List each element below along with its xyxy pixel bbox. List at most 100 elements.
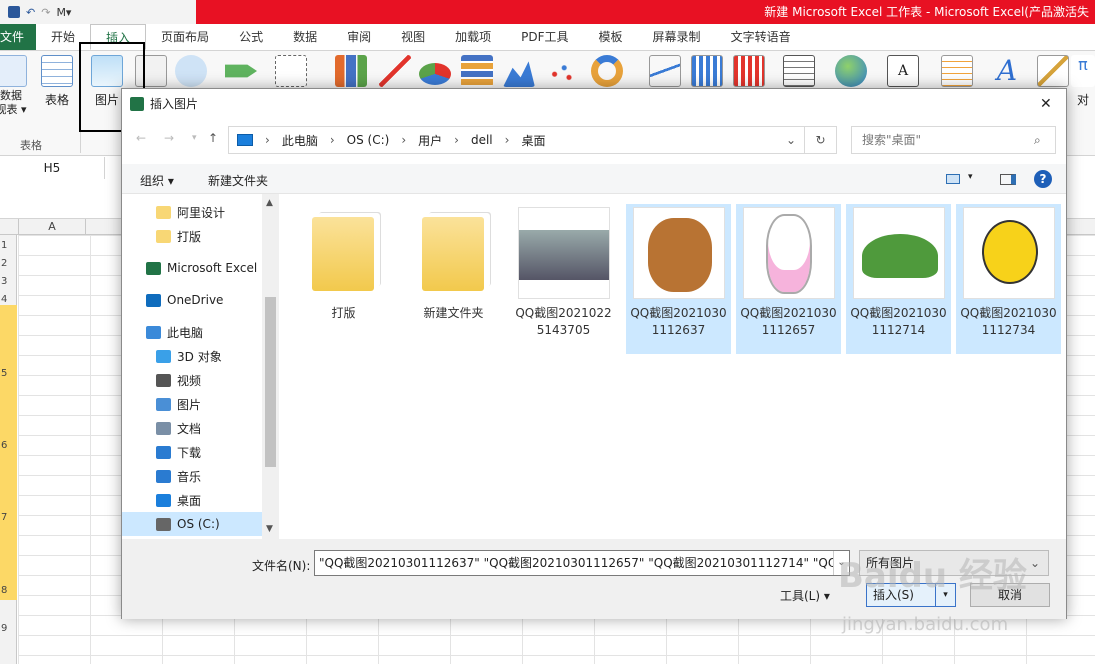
- scroll-up-icon[interactable]: ▲: [266, 198, 273, 208]
- column-header-a[interactable]: A: [18, 219, 86, 235]
- filename-input[interactable]: "QQ截图20210301112637" "QQ截图20210301112657…: [314, 550, 850, 576]
- nav-item-5[interactable]: 3D 对象: [122, 344, 262, 368]
- recent-dropdown-icon[interactable]: ▾: [192, 133, 197, 143]
- file-item-3[interactable]: QQ截图20210301112637: [626, 204, 731, 354]
- breadcrumb-this-pc[interactable]: 此电脑: [282, 132, 318, 149]
- scroll-down-icon[interactable]: ▼: [266, 524, 273, 534]
- file-item-1[interactable]: 新建文件夹: [401, 204, 506, 354]
- nav-item-4[interactable]: 此电脑: [122, 320, 262, 344]
- view-options-icon[interactable]: [946, 174, 960, 184]
- back-arrow-icon[interactable]: ←: [136, 131, 146, 145]
- sparkline-column-button[interactable]: [684, 55, 730, 91]
- bar-chart-button[interactable]: [454, 55, 500, 91]
- undo-icon[interactable]: ↶: [26, 6, 35, 19]
- bar-chart-icon: [461, 55, 493, 87]
- screenshot-button[interactable]: [268, 55, 314, 91]
- refresh-icon[interactable]: ↻: [805, 126, 837, 154]
- nav-item-11[interactable]: 桌面: [122, 488, 262, 512]
- nav-item-12[interactable]: OS (C:): [122, 512, 262, 536]
- ribbon-tab-7[interactable]: 视图: [386, 24, 440, 50]
- tools-button[interactable]: 工具(L) ▾: [780, 587, 830, 604]
- shapes-button[interactable]: [168, 55, 214, 91]
- nav-item-0[interactable]: 阿里设计: [122, 200, 262, 224]
- music-icon: [156, 469, 171, 483]
- row-number-9[interactable]: 9: [0, 623, 17, 634]
- document-icon: [156, 421, 171, 435]
- new-folder-button[interactable]: 新建文件夹: [208, 172, 268, 189]
- breadcrumb-users[interactable]: 用户: [418, 132, 442, 149]
- doughnut-chart-button[interactable]: [584, 55, 630, 91]
- row-number-4[interactable]: 4: [0, 294, 17, 305]
- file-item-4[interactable]: QQ截图20210301112657: [736, 204, 841, 354]
- binoculars-icon[interactable]: M▾: [56, 6, 71, 19]
- ribbon-tab-8[interactable]: 加载项: [440, 24, 506, 50]
- file-thumbnail: [632, 207, 725, 299]
- name-box[interactable]: H5: [0, 157, 105, 179]
- pie-chart-button[interactable]: [412, 55, 458, 89]
- search-input[interactable]: 搜索"桌面" ⌕: [851, 126, 1056, 154]
- row-number-1[interactable]: 1: [0, 240, 17, 251]
- nav-item-label: Microsoft Excel: [167, 261, 258, 275]
- forward-arrow-icon[interactable]: →: [164, 131, 174, 145]
- ribbon-tab-0[interactable]: 文件: [0, 24, 37, 50]
- area-chart-button[interactable]: [496, 55, 542, 91]
- nav-item-2[interactable]: Microsoft Excel: [122, 256, 262, 280]
- row-number-8[interactable]: 8: [0, 585, 17, 596]
- up-arrow-icon[interactable]: ↑: [208, 131, 218, 145]
- save-icon[interactable]: [8, 6, 20, 18]
- row-number-3[interactable]: 3: [0, 276, 17, 287]
- breadcrumb-desktop[interactable]: 桌面: [521, 132, 545, 149]
- redo-icon[interactable]: ↷: [41, 6, 50, 19]
- nav-item-10[interactable]: 音乐: [122, 464, 262, 488]
- sparkline-winloss-button[interactable]: [726, 55, 772, 91]
- wordart-button[interactable]: A: [984, 55, 1030, 91]
- row-number-6[interactable]: 6: [0, 440, 17, 451]
- nav-item-7[interactable]: 图片: [122, 392, 262, 416]
- column-chart-button[interactable]: [328, 55, 374, 91]
- ribbon-tab-12[interactable]: 文字转语音: [716, 24, 806, 50]
- nav-item-label: 此电脑: [167, 325, 204, 340]
- row-number-5[interactable]: 5: [0, 368, 17, 379]
- file-item-6[interactable]: QQ截图20210301112734: [956, 204, 1061, 354]
- ribbon-tab-11[interactable]: 屏幕录制: [638, 24, 716, 50]
- ribbon-tab-3[interactable]: 页面布局: [146, 24, 224, 50]
- ribbon-tab-9[interactable]: PDF工具: [506, 24, 583, 50]
- smartart-button[interactable]: [218, 55, 264, 91]
- hyperlink-button[interactable]: [828, 55, 874, 91]
- ribbon-tab-5[interactable]: 数据: [278, 24, 332, 50]
- text-box-button[interactable]: A: [880, 55, 926, 91]
- ribbon-tab-6[interactable]: 审阅: [332, 24, 386, 50]
- sparkline-line-button[interactable]: [642, 55, 688, 91]
- slicer-button[interactable]: [776, 55, 822, 91]
- view-dropdown-icon[interactable]: ▾: [968, 172, 973, 182]
- nav-item-1[interactable]: 打版: [122, 224, 262, 248]
- breadcrumb-c-drive[interactable]: OS (C:): [347, 133, 390, 147]
- header-footer-button[interactable]: [934, 55, 980, 91]
- file-item-0[interactable]: 打版: [291, 204, 396, 354]
- ribbon-tab-4[interactable]: 公式: [224, 24, 278, 50]
- close-icon[interactable]: ✕: [1040, 89, 1052, 119]
- address-bar[interactable]: › 此电脑 › OS (C:) › 用户 › dell › 桌面 ⌄: [228, 126, 805, 154]
- nav-item-6[interactable]: 视频: [122, 368, 262, 392]
- help-icon[interactable]: ?: [1034, 170, 1052, 188]
- chevron-down-icon[interactable]: ⌄: [786, 133, 796, 147]
- organize-button[interactable]: 组织 ▾: [140, 172, 174, 189]
- nav-item-3[interactable]: OneDrive: [122, 288, 262, 312]
- breadcrumb-dell[interactable]: dell: [471, 133, 493, 147]
- preview-pane-icon[interactable]: [1000, 174, 1016, 185]
- file-item-5[interactable]: QQ截图20210301112714: [846, 204, 951, 354]
- object-button[interactable]: π 对: [1068, 55, 1095, 108]
- line-chart-icon: [379, 55, 411, 87]
- table-button[interactable]: 表格: [34, 55, 80, 108]
- ribbon-tab-10[interactable]: 模板: [584, 24, 638, 50]
- nav-item-8[interactable]: 文档: [122, 416, 262, 440]
- nav-scroll-thumb[interactable]: [265, 297, 276, 467]
- row-number-2[interactable]: 2: [0, 258, 17, 269]
- pivot-table-button[interactable]: 数据 视表 ▾: [0, 55, 34, 117]
- nav-item-9[interactable]: 下载: [122, 440, 262, 464]
- signature-icon: [1037, 55, 1069, 87]
- row-number-7[interactable]: 7: [0, 512, 17, 523]
- scatter-chart-button[interactable]: [538, 55, 584, 91]
- nav-item-label: 桌面: [177, 493, 202, 508]
- file-item-2[interactable]: QQ截图20210225143705: [511, 204, 616, 354]
